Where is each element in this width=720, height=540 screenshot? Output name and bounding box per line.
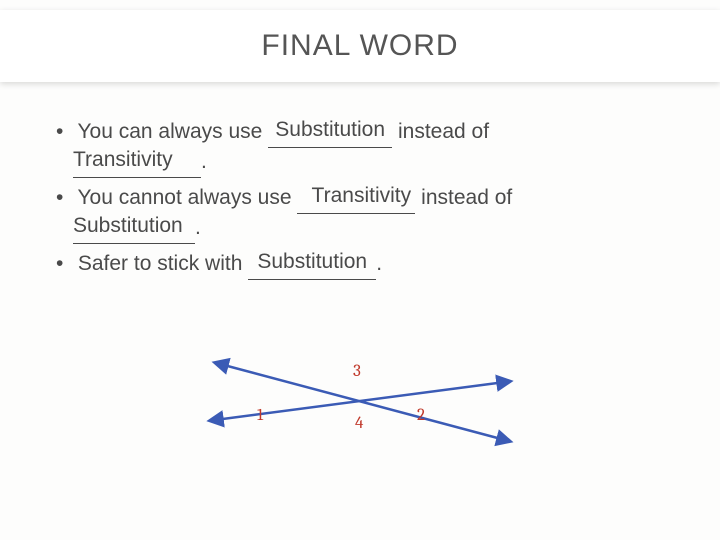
diagram-label-bottom: 4 xyxy=(355,414,363,433)
bullet-3-answer-1: Substitution xyxy=(257,250,367,273)
slide: FINAL WORD You can always use Substituti… xyxy=(0,0,720,540)
bullet-1-line-2: Transitivity. xyxy=(58,148,662,178)
slide-title: FINAL WORD xyxy=(261,29,458,63)
bullet-3-blank-1: Substitution xyxy=(248,250,376,280)
bullet-2: You cannot always use Transitivity inste… xyxy=(58,184,662,244)
bullet-2-tail: . xyxy=(195,216,201,239)
content-area: You can always use Substitution instead … xyxy=(58,118,662,286)
bullet-2-line-2: Substitution. xyxy=(58,214,662,244)
title-band: FINAL WORD xyxy=(0,10,720,82)
bullet-2-pre: You cannot always use xyxy=(77,186,297,209)
bullet-3: Safer to stick with Substitution. xyxy=(58,250,662,280)
bullet-2-blank-2: Substitution xyxy=(73,214,195,244)
bullet-1-blank-2: Transitivity xyxy=(73,148,201,178)
diagram-label-left: 1 xyxy=(257,406,263,425)
bullet-2-mid: instead of xyxy=(415,186,512,209)
bullet-1-pre: You can always use xyxy=(77,120,268,143)
bullet-1-answer-1: Substitution xyxy=(275,118,385,141)
bullet-1-tail: . xyxy=(201,150,207,173)
diagram-label-top: 3 xyxy=(353,362,361,381)
bullet-3-tail: . xyxy=(376,252,382,275)
bullet-1-answer-2: Transitivity xyxy=(73,148,173,171)
bullet-2-answer-2: Substitution xyxy=(73,214,183,237)
bullet-2-blank-1: Transitivity xyxy=(297,184,415,214)
bullet-1: You can always use Substitution instead … xyxy=(58,118,662,178)
diagram-svg xyxy=(195,340,525,470)
bullet-3-pre: Safer to stick with xyxy=(78,252,248,275)
diagram-label-right: 2 xyxy=(417,406,425,425)
intersecting-lines-diagram: 3 4 1 2 xyxy=(195,340,525,470)
bullet-1-blank-1: Substitution xyxy=(268,118,392,148)
bullet-2-answer-1: Transitivity xyxy=(302,184,412,207)
bullet-1-mid: instead of xyxy=(392,120,489,143)
